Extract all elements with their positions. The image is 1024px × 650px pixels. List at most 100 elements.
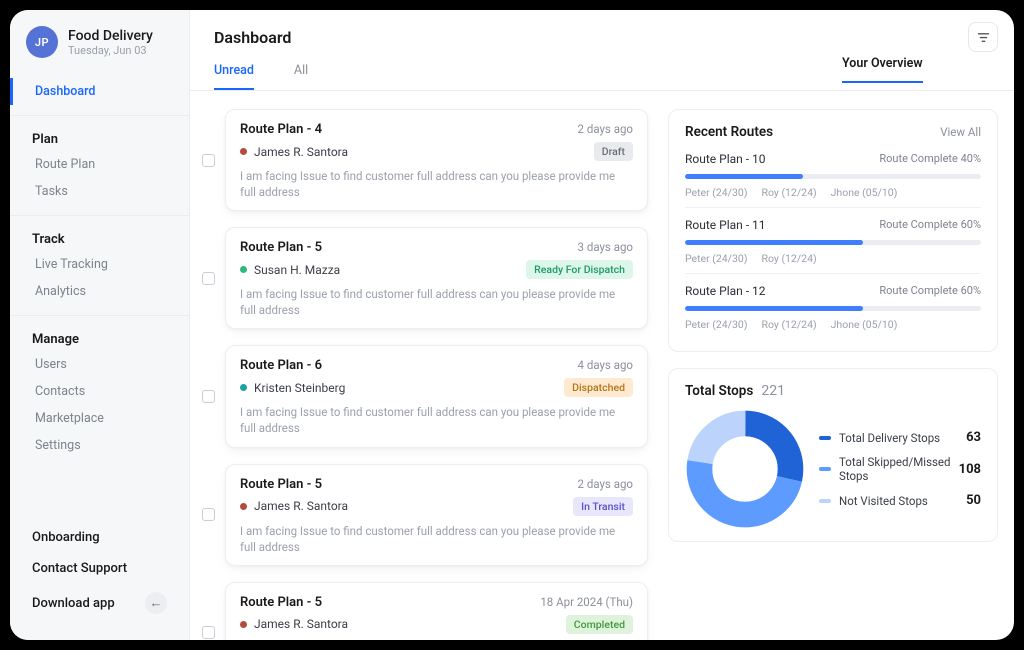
arrow-left-icon: ←	[145, 592, 167, 614]
feed-checkbox[interactable]	[202, 508, 215, 521]
brand-block: JP Food Delivery Tuesday, Jun 03	[10, 26, 189, 76]
route-card-when: 3 days ago	[578, 240, 633, 254]
progress-bar	[685, 306, 981, 311]
feed-tabs: Unread All	[214, 57, 308, 90]
recent-routes-title: Recent Routes	[685, 124, 773, 140]
status-badge: Draft	[594, 142, 633, 161]
route-card[interactable]: Route Plan - 5 3 days ago Susan H. Mazza…	[225, 227, 648, 329]
topbar: Dashboard Unread All Your Overview	[190, 10, 1014, 90]
nav-dashboard[interactable]: Dashboard	[10, 78, 189, 105]
route-card[interactable]: Route Plan - 6 4 days ago Kristen Steinb…	[225, 345, 648, 447]
legend-swatch-icon	[819, 467, 831, 471]
recent-route-item[interactable]: Route Plan - 12 Route Complete 60% Peter…	[685, 273, 981, 339]
filter-icon	[976, 30, 991, 45]
route-card-person: Kristen Steinberg	[240, 381, 345, 395]
route-card-person: James R. Santora	[240, 499, 348, 513]
route-card-body: I am facing Issue to find customer full …	[240, 523, 633, 555]
legend-row: Total Delivery Stops 63	[819, 430, 981, 445]
nav-item[interactable]: Users	[10, 351, 189, 378]
tab-all[interactable]: All	[294, 57, 308, 90]
route-card-title: Route Plan - 4	[240, 122, 322, 137]
nav-item[interactable]: Tasks	[10, 178, 189, 205]
recent-route-item[interactable]: Route Plan - 11 Route Complete 60% Peter…	[685, 207, 981, 273]
route-card-person: Susan H. Mazza	[240, 263, 340, 277]
recent-routes-view-all[interactable]: View All	[940, 125, 981, 139]
route-card-body: I am facing Issue to find customer full …	[240, 286, 633, 318]
brand-subtitle: Tuesday, Jun 03	[68, 44, 153, 57]
status-dot-icon	[240, 266, 247, 273]
status-dot-icon	[240, 148, 247, 155]
nav-section-label: Plan	[10, 126, 189, 151]
content: Route Plan - 4 2 days ago James R. Santo…	[190, 91, 1014, 640]
route-card-when: 4 days ago	[578, 358, 633, 372]
nav-item[interactable]: Route Plan	[10, 151, 189, 178]
legend-swatch-icon	[819, 436, 831, 440]
route-card-title: Route Plan - 6	[240, 358, 322, 373]
nav-contact-support[interactable]: Contact Support	[10, 553, 189, 584]
nav-section-label: Manage	[10, 326, 189, 351]
nav-section-label: Track	[10, 226, 189, 251]
nav-item[interactable]: Analytics	[10, 278, 189, 305]
status-badge: Dispatched	[564, 378, 633, 397]
recent-route-people: Peter (24/30)Roy (12/24)Jhone (05/10)	[685, 318, 981, 331]
recent-route-pct: Route Complete 60%	[879, 284, 981, 298]
progress-bar	[685, 240, 981, 245]
route-card-when: 2 days ago	[578, 122, 633, 136]
route-card[interactable]: Route Plan - 5 2 days ago James R. Santo…	[225, 464, 648, 566]
feed-checkbox[interactable]	[202, 154, 215, 167]
recent-routes-panel: Recent Routes View All Route Plan - 10 R…	[668, 109, 998, 352]
legend-swatch-icon	[819, 499, 831, 503]
legend-value: 108	[959, 462, 981, 477]
status-dot-icon	[240, 621, 247, 628]
feed-checkbox[interactable]	[202, 626, 215, 639]
recent-route-title: Route Plan - 10	[685, 152, 766, 166]
route-card-title: Route Plan - 5	[240, 240, 322, 255]
nav-item[interactable]: Contacts	[10, 378, 189, 405]
page-title: Dashboard	[214, 28, 308, 47]
nav-download-app[interactable]: Download app ←	[10, 584, 189, 622]
avatar[interactable]: JP	[26, 26, 58, 58]
total-stops-title: Total Stops	[685, 383, 753, 399]
feed-checkbox[interactable]	[202, 390, 215, 403]
stops-legend: Total Delivery Stops 63 Total Skipped/Mi…	[819, 430, 981, 508]
recent-route-item[interactable]: Route Plan - 10 Route Complete 40% Peter…	[685, 150, 981, 207]
status-badge: Completed	[566, 615, 633, 634]
status-badge: In Transit	[573, 497, 633, 516]
brand-title: Food Delivery	[68, 28, 153, 44]
recent-route-pct: Route Complete 60%	[879, 218, 981, 232]
nav-item[interactable]: Live Tracking	[10, 251, 189, 278]
legend-row: Total Skipped/Missed Stops 108	[819, 455, 981, 483]
feed: Route Plan - 4 2 days ago James R. Santo…	[198, 109, 648, 622]
legend-label: Total Skipped/Missed Stops	[839, 455, 951, 483]
progress-bar	[685, 174, 981, 179]
tab-unread[interactable]: Unread	[214, 57, 254, 90]
route-card-body: I am facing Issue to find customer full …	[240, 404, 633, 436]
route-card-person: James R. Santora	[240, 617, 348, 631]
status-badge: Ready For Dispatch	[526, 260, 633, 279]
sidebar: JP Food Delivery Tuesday, Jun 03 Dashboa…	[10, 10, 190, 640]
recent-route-people: Peter (24/30)Roy (12/24)	[685, 252, 981, 265]
nav-item[interactable]: Settings	[10, 432, 189, 459]
legend-row: Not Visited Stops 50	[819, 493, 981, 508]
legend-label: Total Delivery Stops	[839, 431, 958, 445]
route-card[interactable]: Route Plan - 5 18 Apr 2024 (Thu) James R…	[225, 582, 648, 640]
overview-column: Recent Routes View All Route Plan - 10 R…	[668, 109, 998, 622]
route-card-when: 2 days ago	[578, 477, 633, 491]
nav-item[interactable]: Marketplace	[10, 405, 189, 432]
filter-button[interactable]	[968, 22, 998, 52]
recent-route-people: Peter (24/30)Roy (12/24)Jhone (05/10)	[685, 186, 981, 199]
nav-onboarding[interactable]: Onboarding	[10, 522, 189, 553]
recent-route-title: Route Plan - 11	[685, 218, 766, 232]
sidebar-bottom: Onboarding Contact Support Download app …	[10, 522, 189, 640]
route-card[interactable]: Route Plan - 4 2 days ago James R. Santo…	[225, 109, 648, 211]
app-window: JP Food Delivery Tuesday, Jun 03 Dashboa…	[10, 10, 1014, 640]
route-card-body: I am facing Issue to find customer full …	[240, 168, 633, 200]
recent-route-pct: Route Complete 40%	[879, 152, 981, 166]
main: Dashboard Unread All Your Overview Route…	[190, 10, 1014, 640]
feed-checkbox[interactable]	[202, 272, 215, 285]
status-dot-icon	[240, 503, 247, 510]
tab-your-overview[interactable]: Your Overview	[842, 50, 923, 83]
stops-donut-chart	[685, 409, 805, 529]
route-card-person: James R. Santora	[240, 145, 348, 159]
total-stops-total: 221	[761, 383, 785, 399]
